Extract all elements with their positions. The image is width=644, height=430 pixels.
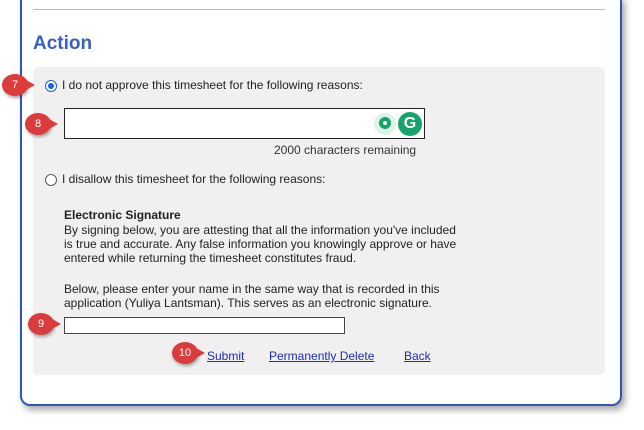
section-heading: Action (33, 33, 93, 54)
callout-10: 10 (172, 342, 205, 364)
callout-8: 8 (25, 113, 58, 135)
signature-instructions: Below, please enter your name in the sam… (64, 282, 440, 310)
reason-textarea[interactable] (64, 108, 425, 139)
disallow-radio[interactable] (45, 174, 57, 186)
disallow-label: I disallow this timesheet for the follow… (62, 172, 326, 186)
permanently-delete-link[interactable]: Permanently Delete (269, 349, 374, 363)
signature-title: Electronic Signature (64, 208, 181, 222)
grammarly-widget[interactable]: G (374, 112, 424, 136)
characters-remaining: 2000 characters remaining (274, 143, 417, 157)
back-link[interactable]: Back (404, 349, 431, 363)
signature-text: By signing below, you are attesting that… (64, 223, 457, 265)
not-approve-radio[interactable] (45, 80, 57, 92)
callout-7: 7 (2, 74, 35, 96)
divider (33, 9, 605, 10)
callout-9: 9 (28, 313, 61, 335)
grammarly-icon[interactable]: G (398, 112, 422, 136)
signature-name-input[interactable] (64, 317, 345, 334)
not-approve-label: I do not approve this timesheet for the … (62, 78, 363, 92)
lightbulb-icon[interactable] (374, 113, 396, 135)
submit-link[interactable]: Submit (207, 349, 244, 363)
